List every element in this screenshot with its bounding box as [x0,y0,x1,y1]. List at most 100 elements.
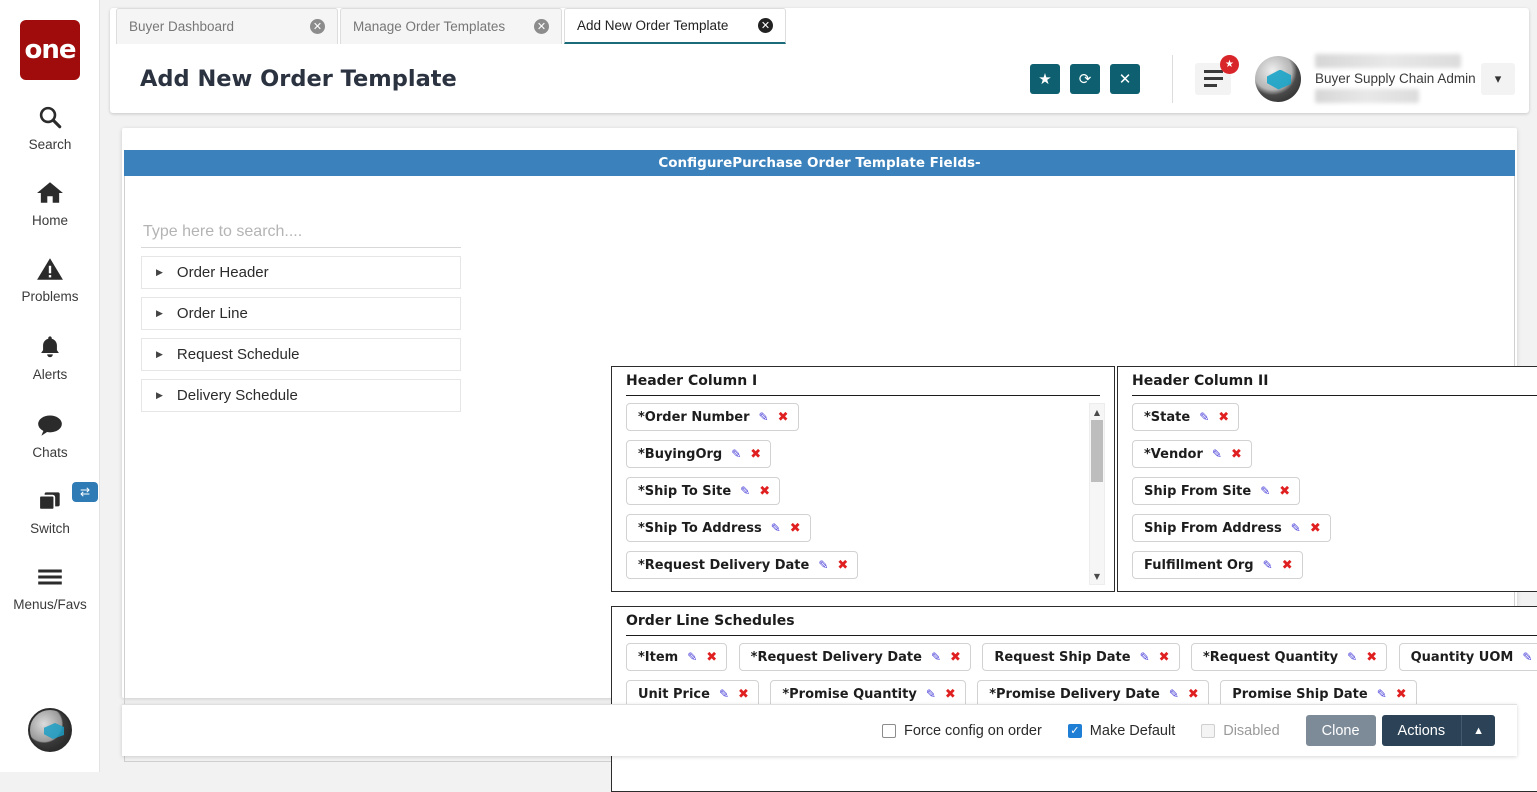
tab-manage-order-templates[interactable]: Manage Order Templates ✕ [340,8,562,44]
pencil-icon[interactable]: ✎ [759,410,769,424]
accordion-item-delivery-schedule[interactable]: ▶ Delivery Schedule [141,379,461,412]
sidebar-item-search[interactable]: Search [0,100,100,152]
delete-x-icon[interactable]: ✖ [1218,410,1229,425]
field-chip[interactable]: Ship From Address ✎ ✖ [1132,514,1331,542]
checkbox-label: Make Default [1090,723,1175,739]
delete-x-icon[interactable]: ✖ [1231,447,1242,462]
pencil-icon[interactable]: ✎ [931,650,941,664]
config-card: ConfigurePurchase Order Template Fields-… [122,128,1517,698]
checkbox-box[interactable] [1068,724,1082,738]
field-chip[interactable]: *Ship To Address ✎ ✖ [626,514,811,542]
user-menu-button[interactable]: ▾ [1481,63,1515,95]
pencil-icon[interactable]: ✎ [1347,650,1357,664]
delete-x-icon[interactable]: ✖ [1279,484,1290,499]
scrollbar-header-column-1[interactable]: ▲ ▼ [1089,403,1105,585]
scroll-up-icon[interactable]: ▲ [1090,405,1104,419]
sidebar-item-switch[interactable]: ⇄ Switch [0,484,100,536]
swap-arrows-icon[interactable]: ⇄ [72,482,98,502]
pencil-icon[interactable]: ✎ [1260,484,1270,498]
chip-label: *Order Number [638,410,750,425]
accordion-item-request-schedule[interactable]: ▶ Request Schedule [141,338,461,371]
field-chip[interactable]: Fulfillment Org ✎ ✖ [1132,551,1303,579]
field-chip[interactable]: Quantity UOM ✎ ✖ [1399,643,1537,671]
actions-button[interactable]: Actions [1382,715,1463,746]
pencil-icon[interactable]: ✎ [1291,521,1301,535]
hamburger-icon [0,560,100,594]
delete-x-icon[interactable]: ✖ [1310,521,1321,536]
close-button[interactable]: ✕ [1110,64,1140,94]
checkbox-box[interactable] [882,724,896,738]
menu-button[interactable]: ★ [1195,63,1231,95]
field-chip[interactable]: Request Ship Date ✎ ✖ [982,643,1179,671]
field-chip[interactable]: *State ✎ ✖ [1132,403,1239,431]
pencil-icon[interactable]: ✎ [719,687,729,701]
redacted-user-org [1315,89,1419,103]
brand-logo[interactable]: one [20,20,80,80]
sidebar-label-search: Search [0,137,100,152]
pencil-icon[interactable]: ✎ [687,650,697,664]
field-chip[interactable]: *Request Delivery Date ✎ ✖ [739,643,971,671]
field-chip[interactable]: *BuyingOrg ✎ ✖ [626,440,771,468]
delete-x-icon[interactable]: ✖ [759,484,770,499]
chip-label: Promise Ship Date [1232,687,1367,702]
pencil-icon[interactable]: ✎ [740,484,750,498]
delete-x-icon[interactable]: ✖ [837,558,848,573]
rail-avatar[interactable] [28,708,72,752]
scroll-down-icon[interactable]: ▼ [1090,569,1104,583]
pencil-icon[interactable]: ✎ [1169,687,1179,701]
delete-x-icon[interactable]: ✖ [1366,650,1377,665]
delete-x-icon[interactable]: ✖ [790,521,801,536]
pencil-icon[interactable]: ✎ [818,558,828,572]
field-chip[interactable]: *Ship To Site ✎ ✖ [626,477,780,505]
delete-x-icon[interactable]: ✖ [750,447,761,462]
pencil-icon[interactable]: ✎ [1522,650,1532,664]
delete-x-icon[interactable]: ✖ [1188,687,1199,702]
bell-icon [0,330,100,364]
checkbox-make-default[interactable]: Make Default [1068,723,1175,739]
close-icon[interactable]: ✕ [758,18,773,33]
tab-buyer-dashboard[interactable]: Buyer Dashboard ✕ [116,8,338,44]
field-chip[interactable]: *Vendor ✎ ✖ [1132,440,1252,468]
scrollbar-thumb[interactable] [1091,420,1103,482]
field-chip[interactable]: *Request Quantity ✎ ✖ [1191,643,1387,671]
chevron-up-icon[interactable]: ▲ [1462,715,1495,746]
sidebar-item-alerts[interactable]: Alerts [0,330,100,382]
sidebar-label-chats: Chats [0,445,100,460]
delete-x-icon[interactable]: ✖ [738,687,749,702]
delete-x-icon[interactable]: ✖ [1282,558,1293,573]
pencil-icon[interactable]: ✎ [926,687,936,701]
sidebar-item-problems[interactable]: Problems [0,252,100,304]
delete-x-icon[interactable]: ✖ [1396,687,1407,702]
field-chip[interactable]: *Item ✎ ✖ [626,643,727,671]
avatar[interactable] [1255,56,1301,102]
tab-label: Manage Order Templates [353,19,520,34]
delete-x-icon[interactable]: ✖ [945,687,956,702]
search-input[interactable] [141,216,461,248]
pencil-icon[interactable]: ✎ [771,521,781,535]
field-chip[interactable]: Ship From Site ✎ ✖ [1132,477,1300,505]
pencil-icon[interactable]: ✎ [1263,558,1273,572]
field-chip[interactable]: *Order Number ✎ ✖ [626,403,799,431]
pencil-icon[interactable]: ✎ [1199,410,1209,424]
sidebar-item-home[interactable]: Home [0,176,100,228]
field-chip[interactable]: *Request Delivery Date ✎ ✖ [626,551,858,579]
favorite-button[interactable]: ★ [1030,64,1060,94]
close-icon[interactable]: ✕ [310,19,325,34]
accordion-item-order-line[interactable]: ▶ Order Line [141,297,461,330]
pencil-icon[interactable]: ✎ [1377,687,1387,701]
delete-x-icon[interactable]: ✖ [1159,650,1170,665]
sidebar-item-chats[interactable]: Chats [0,408,100,460]
pencil-icon[interactable]: ✎ [731,447,741,461]
close-icon[interactable]: ✕ [534,19,549,34]
clone-button[interactable]: Clone [1306,715,1376,746]
pencil-icon[interactable]: ✎ [1140,650,1150,664]
delete-x-icon[interactable]: ✖ [706,650,717,665]
pencil-icon[interactable]: ✎ [1212,447,1222,461]
sidebar-item-menus-favs[interactable]: Menus/Favs [0,560,100,612]
refresh-button[interactable]: ⟳ [1070,64,1100,94]
tab-add-new-order-template[interactable]: Add New Order Template ✕ [564,8,786,44]
delete-x-icon[interactable]: ✖ [950,650,961,665]
accordion-item-order-header[interactable]: ▶ Order Header [141,256,461,289]
delete-x-icon[interactable]: ✖ [778,410,789,425]
checkbox-force-config-on-order[interactable]: Force config on order [882,723,1042,739]
